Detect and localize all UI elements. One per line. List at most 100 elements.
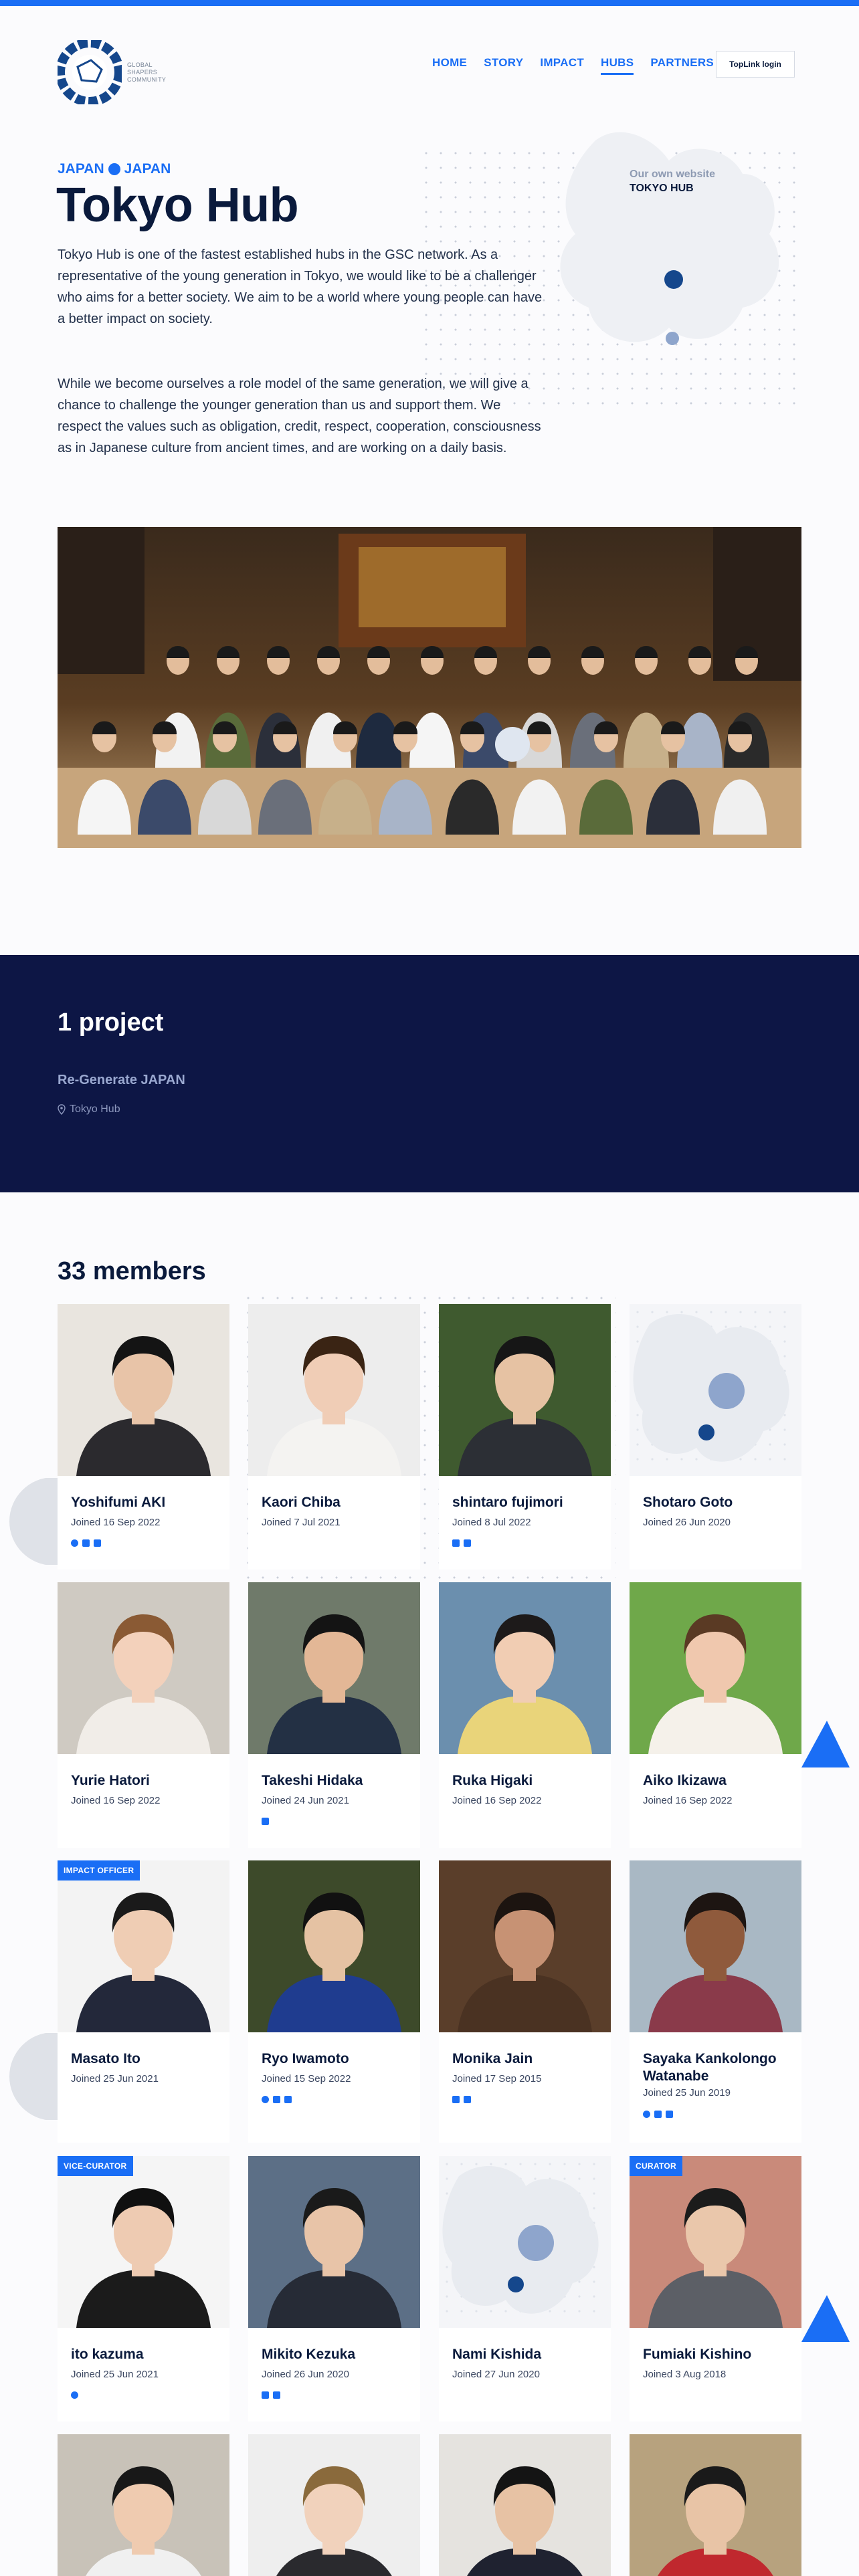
member-social-links — [71, 1539, 105, 1547]
facebook-icon[interactable] — [94, 1539, 101, 1547]
member-photo — [630, 1860, 801, 2032]
member-photo — [248, 1304, 420, 1476]
member-joined-date: Joined 8 Jul 2022 — [452, 1517, 531, 1528]
logo-line: SHAPERS — [127, 68, 158, 76]
member-joined-date: Joined 16 Sep 2022 — [452, 1795, 542, 1806]
member-card[interactable]: Shotaro Goto Joined 26 Jun 2020 — [630, 1304, 801, 1570]
linkedin-icon[interactable] — [273, 2096, 280, 2103]
member-name: Monika Jain — [452, 2051, 533, 2066]
member-card[interactable] — [58, 2434, 229, 2576]
member-name: Shotaro Goto — [643, 1495, 733, 1510]
member-joined-date: Joined 16 Sep 2022 — [71, 1517, 161, 1528]
member-name: ito kazuma — [71, 2347, 144, 2362]
projects-count: 1 project — [58, 1008, 164, 1037]
member-card[interactable]: Kaori Chiba Joined 7 Jul 2021 — [248, 1304, 420, 1570]
facebook-icon[interactable] — [666, 2111, 673, 2118]
gsc-logo[interactable]: GLOBAL SHAPERS COMMUNITY — [58, 40, 166, 104]
member-name: Ryo Iwamoto — [262, 2051, 349, 2066]
member-photo — [439, 1304, 611, 1476]
member-card[interactable]: shintaro fujimori Joined 8 Jul 2022 — [439, 1304, 611, 1570]
nav-home[interactable]: HOME — [432, 56, 467, 74]
member-card[interactable] — [439, 2434, 611, 2576]
logo-line: GLOBAL — [127, 61, 153, 68]
hub-website-card[interactable] — [555, 127, 796, 368]
nav-hubs[interactable]: HUBS — [601, 56, 634, 75]
member-photo — [248, 2156, 420, 2328]
twitter-icon[interactable] — [71, 1539, 78, 1547]
main-nav: HOME STORY IMPACT HUBS PARTNERS — [432, 56, 731, 75]
nav-story[interactable]: STORY — [484, 56, 523, 74]
decorative-half-circle — [9, 1478, 58, 1565]
member-name: Nami Kishida — [452, 2347, 542, 2362]
member-name: Mikito Kezuka — [262, 2347, 356, 2362]
toplink-login-button[interactable]: TopLink login — [716, 51, 795, 78]
decorative-triangle — [801, 1721, 850, 1767]
member-photo — [439, 1860, 611, 2032]
member-joined-date: Joined 25 Jun 2021 — [71, 2073, 159, 2084]
twitter-icon[interactable] — [71, 2391, 78, 2399]
top-accent-bar — [0, 0, 859, 6]
project-link[interactable]: Re-Generate JAPAN — [58, 1073, 185, 1088]
twitter-icon[interactable] — [643, 2111, 650, 2118]
member-joined-date: Joined 26 Jun 2020 — [262, 2369, 349, 2380]
nav-impact[interactable]: IMPACT — [540, 56, 584, 74]
linkedin-icon[interactable] — [654, 2111, 662, 2118]
member-card[interactable]: Monika Jain Joined 17 Sep 2015 — [439, 1860, 611, 2143]
linkedin-icon[interactable] — [452, 2096, 460, 2103]
member-joined-date: Joined 26 Jun 2020 — [643, 1517, 731, 1528]
member-name: Masato Ito — [71, 2051, 140, 2066]
member-card[interactable]: Nami Kishida Joined 27 Jun 2020 — [439, 2156, 611, 2422]
member-card[interactable]: Yurie Hatori Joined 16 Sep 2022 — [58, 1582, 229, 1848]
linkedin-icon[interactable] — [82, 1539, 90, 1547]
member-card[interactable] — [248, 2434, 420, 2576]
twitter-icon[interactable] — [262, 2096, 269, 2103]
map-pin-icon — [58, 1104, 66, 1115]
facebook-icon[interactable] — [464, 2096, 471, 2103]
member-photo — [58, 1582, 229, 1754]
member-card[interactable]: Takeshi Hidaka Joined 24 Jun 2021 — [248, 1582, 420, 1848]
facebook-icon[interactable] — [273, 2391, 280, 2399]
member-card[interactable]: Mikito Kezuka Joined 26 Jun 2020 — [248, 2156, 420, 2422]
member-card[interactable]: VICE-CURATOR ito kazuma Joined 25 Jun 2021 — [58, 2156, 229, 2422]
member-name: Kaori Chiba — [262, 1495, 341, 1510]
member-name: Yurie Hatori — [71, 1773, 150, 1788]
project-location: Tokyo Hub — [58, 1103, 120, 1115]
member-card[interactable]: IMPACT OFFICER Masato Ito Joined 25 Jun 20… — [58, 1860, 229, 2143]
member-photo — [630, 2156, 801, 2328]
member-card[interactable]: Sayaka Kankolongo Watanabe Joined 25 Jun … — [630, 1860, 801, 2143]
member-role-badge: CURATOR — [630, 2156, 682, 2176]
member-role-badge: IMPACT OFFICER — [58, 1860, 140, 1881]
member-card[interactable]: Ruka Higaki Joined 16 Sep 2022 — [439, 1582, 611, 1848]
linkedin-icon[interactable] — [452, 1539, 460, 1547]
hub-group-photo — [58, 527, 801, 848]
member-role-badge: VICE-CURATOR — [58, 2156, 133, 2176]
member-joined-date: Joined 3 Aug 2018 — [643, 2369, 727, 2380]
country-label: JAPAN — [124, 161, 171, 177]
member-joined-date: Joined 27 Jun 2020 — [452, 2369, 540, 2380]
member-photo — [630, 2434, 801, 2576]
member-social-links — [452, 2096, 475, 2103]
member-photo — [439, 2434, 611, 2576]
member-social-links — [262, 2391, 284, 2399]
member-card[interactable]: Yoshifumi AKI Joined 16 Sep 2022 — [58, 1304, 229, 1570]
member-social-links — [262, 1818, 273, 1825]
facebook-icon[interactable] — [262, 1818, 269, 1825]
member-card[interactable]: CURATOR Fumiaki Kishino Joined 3 Aug 2018 — [630, 2156, 801, 2422]
own-website-name[interactable]: TOKYO HUB — [630, 183, 694, 195]
member-card[interactable] — [630, 2434, 801, 2576]
member-card[interactable]: Ryo Iwamoto Joined 15 Sep 2022 — [248, 1860, 420, 2143]
hub-description-1: Tokyo Hub is one of the fastest establis… — [58, 247, 543, 326]
member-joined-date: Joined 17 Sep 2015 — [452, 2073, 542, 2084]
facebook-icon[interactable] — [284, 2096, 292, 2103]
nav-partners[interactable]: PARTNERS — [650, 56, 714, 74]
facebook-icon[interactable] — [464, 1539, 471, 1547]
member-name: Sayaka Kankolongo Watanabe — [643, 2051, 777, 2084]
member-card[interactable]: Aiko Ikizawa Joined 16 Sep 2022 — [630, 1582, 801, 1848]
member-photo — [248, 2434, 420, 2576]
member-photo — [58, 2156, 229, 2328]
linkedin-icon[interactable] — [262, 2391, 269, 2399]
member-social-links — [262, 2096, 296, 2103]
decorative-triangle — [801, 2295, 850, 2342]
member-joined-date: Joined 24 Jun 2021 — [262, 1795, 349, 1806]
region-label: JAPAN — [58, 161, 104, 177]
